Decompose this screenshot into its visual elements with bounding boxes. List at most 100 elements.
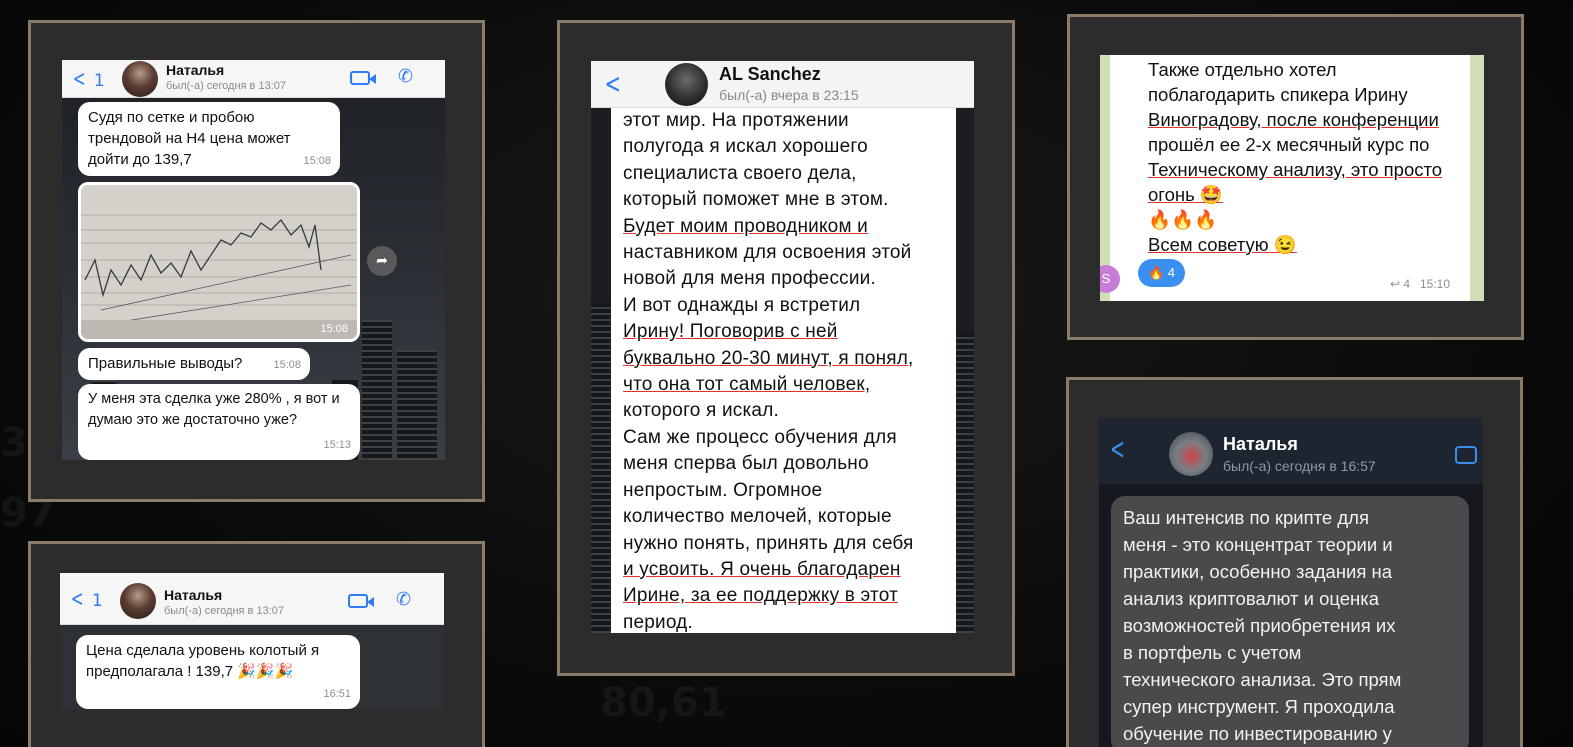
message-bubble[interactable]: Ваш интенсив по крипте для меня - это ко… bbox=[1111, 496, 1469, 747]
message-line: технического анализа. Это прям bbox=[1123, 669, 1402, 690]
testimonial-card-3: < AL Sanchez был(-а) вчера в 23:15 этот … bbox=[557, 20, 1015, 676]
message-line: специалиста своего дела, bbox=[623, 162, 857, 184]
message-text: Цена сделала уровень колотый я предполаг… bbox=[86, 642, 320, 680]
back-button[interactable]: < bbox=[601, 67, 624, 100]
chevron-left-icon: < bbox=[70, 587, 84, 612]
message-line: поблагодарить спикера Ирину bbox=[1148, 84, 1408, 105]
message-line: И вот однажды я встретил bbox=[623, 294, 861, 316]
message-line-underlined: что она тот самый человек, bbox=[623, 374, 871, 396]
message-line: 🔥🔥🔥 bbox=[1148, 209, 1218, 230]
message-line: полугода я искал хорошего bbox=[623, 136, 868, 158]
message-line: Также отдельно хотел bbox=[1148, 59, 1337, 80]
image-time: 15:08 bbox=[320, 323, 348, 335]
back-button[interactable]: < 1 bbox=[70, 67, 105, 92]
message-line: наставником для освоения этой bbox=[623, 242, 912, 264]
message-time: 15:08 bbox=[273, 359, 301, 371]
phone-icon[interactable]: ✆ bbox=[398, 66, 413, 87]
message-line: в портфель с учетом bbox=[1123, 642, 1302, 663]
avatar[interactable] bbox=[1169, 432, 1213, 476]
message-time: 15:13 bbox=[323, 439, 351, 451]
back-button[interactable]: < bbox=[1105, 432, 1130, 467]
phone-icon[interactable]: ✆ bbox=[396, 589, 411, 610]
contact-status: был(-а) сегодня в 16:57 bbox=[1223, 458, 1376, 474]
message-bubble[interactable]: Судя по сетке и пробою трендовой на H4 ц… bbox=[78, 102, 340, 176]
avatar[interactable] bbox=[665, 63, 708, 106]
message-line: супер инструмент. Я проходила bbox=[1123, 696, 1395, 717]
chat-header: < Наталья был(-а) сегодня в 16:57 bbox=[1099, 418, 1483, 484]
message-line: Ваш интенсив по крипте для bbox=[1123, 507, 1369, 528]
message-line: период. bbox=[623, 611, 693, 633]
avatar[interactable] bbox=[120, 583, 156, 619]
testimonial-card-5: < Наталья был(-а) сегодня в 16:57 Ваш ин… bbox=[1066, 377, 1523, 747]
testimonial-card-1: < 1 Наталья был(-а) сегодня в 13:07 ✆ Су… bbox=[28, 20, 485, 502]
back-button[interactable]: < 1 bbox=[68, 587, 103, 612]
message-line: обучение по инвестированию у bbox=[1123, 723, 1392, 744]
message-line: возможностей приобретения их bbox=[1123, 615, 1396, 636]
message-line: которого я искал. bbox=[623, 400, 779, 422]
contact-name: AL Sanchez bbox=[719, 64, 821, 84]
chart-image-message[interactable]: 15:08 bbox=[78, 182, 360, 342]
message-text: Правильные выводы? bbox=[88, 355, 243, 372]
message-line-underlined: Будет моим проводником и bbox=[623, 215, 868, 237]
chat-screenshot: Также отдельно хотел поблагодарить спике… bbox=[1100, 55, 1484, 301]
unread-count: 1 bbox=[91, 591, 103, 611]
message-line-underlined: буквально 20-30 минут, я понял, bbox=[623, 347, 914, 369]
message-bubble[interactable]: У меня эта сделка уже 280% , я вот и дум… bbox=[78, 384, 360, 460]
price-chart-photo bbox=[81, 185, 357, 339]
chevron-left-icon: < bbox=[604, 67, 621, 100]
message-bubble[interactable]: Правильные выводы? 15:08 bbox=[78, 348, 310, 380]
message-text-card: этот мир. На протяжении полугода я искал… bbox=[611, 108, 956, 633]
avatar[interactable] bbox=[122, 61, 158, 97]
chat-screenshot: < 1 Наталья был(-а) сегодня в 13:07 ✆ Су… bbox=[62, 60, 445, 460]
chat-screenshot: < 1 Наталья был(-а) сегодня в 13:07 ✆ Це… bbox=[60, 573, 444, 709]
message-time: 15:08 bbox=[303, 155, 331, 167]
message-line: количество мелочей, которые bbox=[623, 506, 892, 528]
chat-screenshot: < Наталья был(-а) сегодня в 16:57 Ваш ин… bbox=[1099, 418, 1483, 747]
message-time: 15:10 bbox=[1420, 277, 1451, 291]
message-line: непростым. Огромное bbox=[623, 479, 823, 501]
message-line-underlined: и усвоить. Я очень благодарен bbox=[623, 558, 901, 580]
message-line: нужно понять, принять для себя bbox=[623, 532, 914, 554]
message-time: 16:51 bbox=[323, 688, 351, 700]
testimonial-card-2: < 1 Наталья был(-а) сегодня в 13:07 ✆ Це… bbox=[28, 541, 485, 747]
message-line-underlined: Ирину! Поговорив с ней bbox=[623, 321, 838, 343]
chat-header: < AL Sanchez был(-а) вчера в 23:15 bbox=[591, 61, 974, 108]
message-text: Судя по сетке и пробою трендовой на H4 ц… bbox=[88, 109, 291, 168]
chevron-left-icon: < bbox=[1110, 432, 1126, 467]
contact-status: был(-а) сегодня в 13:07 bbox=[164, 605, 284, 617]
message-line: меня сперва был довольно bbox=[623, 453, 869, 475]
fire-reaction[interactable]: 🔥 4 bbox=[1138, 259, 1186, 287]
chevron-left-icon: < bbox=[72, 67, 86, 92]
message-line-underlined: Всем советую 😉 bbox=[1148, 234, 1297, 255]
share-icon[interactable]: ➦ bbox=[367, 246, 397, 276]
chat-header: < 1 Наталья был(-а) сегодня в 13:07 ✆ bbox=[60, 573, 444, 625]
message-line-underlined: Ирине, за ее поддержку в этот bbox=[623, 585, 898, 607]
video-call-icon[interactable] bbox=[1455, 446, 1477, 464]
message-line: который поможет мне в этом. bbox=[623, 189, 889, 211]
chat-header: < 1 Наталья был(-а) сегодня в 13:07 ✆ bbox=[62, 60, 445, 98]
message-line-underlined: Виноградову, после конференции bbox=[1148, 109, 1439, 130]
bg-decoration: 80,61 bbox=[600, 680, 727, 726]
contact-status: был(-а) сегодня в 13:07 bbox=[166, 80, 286, 92]
testimonial-card-4: Также отдельно хотел поблагодарить спике… bbox=[1067, 14, 1524, 340]
contact-name: Наталья bbox=[164, 587, 223, 603]
video-call-icon[interactable] bbox=[350, 71, 370, 85]
message-line-underlined: огонь 🤩 bbox=[1148, 184, 1223, 205]
message-line: новой для меня профессии. bbox=[623, 268, 876, 290]
contact-name: Наталья bbox=[1223, 434, 1298, 454]
chat-screenshot: < AL Sanchez был(-а) вчера в 23:15 этот … bbox=[591, 61, 974, 633]
message-line: практики, особенно задания на bbox=[1123, 561, 1393, 582]
message-line: меня - это концентрат теории и bbox=[1123, 534, 1393, 555]
message-text: У меня эта сделка уже 280% , я вот и дум… bbox=[88, 391, 340, 428]
unread-count: 1 bbox=[93, 71, 105, 91]
contact-status: был(-а) вчера в 23:15 bbox=[719, 87, 859, 103]
message-line: этот мир. На протяжении bbox=[623, 110, 849, 131]
message-line: прошёл ее 2-х месячный курс по bbox=[1148, 134, 1430, 155]
message-line: Сам же процесс обучения для bbox=[623, 426, 897, 448]
contact-name: Наталья bbox=[166, 62, 225, 78]
video-call-icon[interactable] bbox=[348, 594, 368, 608]
message-bubble[interactable]: Цена сделала уровень колотый я предполаг… bbox=[76, 635, 360, 709]
message-line-underlined: Техническому анализу, это просто bbox=[1148, 159, 1443, 180]
message-line: анализ криптовалют и оценка bbox=[1123, 588, 1380, 609]
reply-count[interactable]: ↩ 4 bbox=[1390, 277, 1410, 291]
